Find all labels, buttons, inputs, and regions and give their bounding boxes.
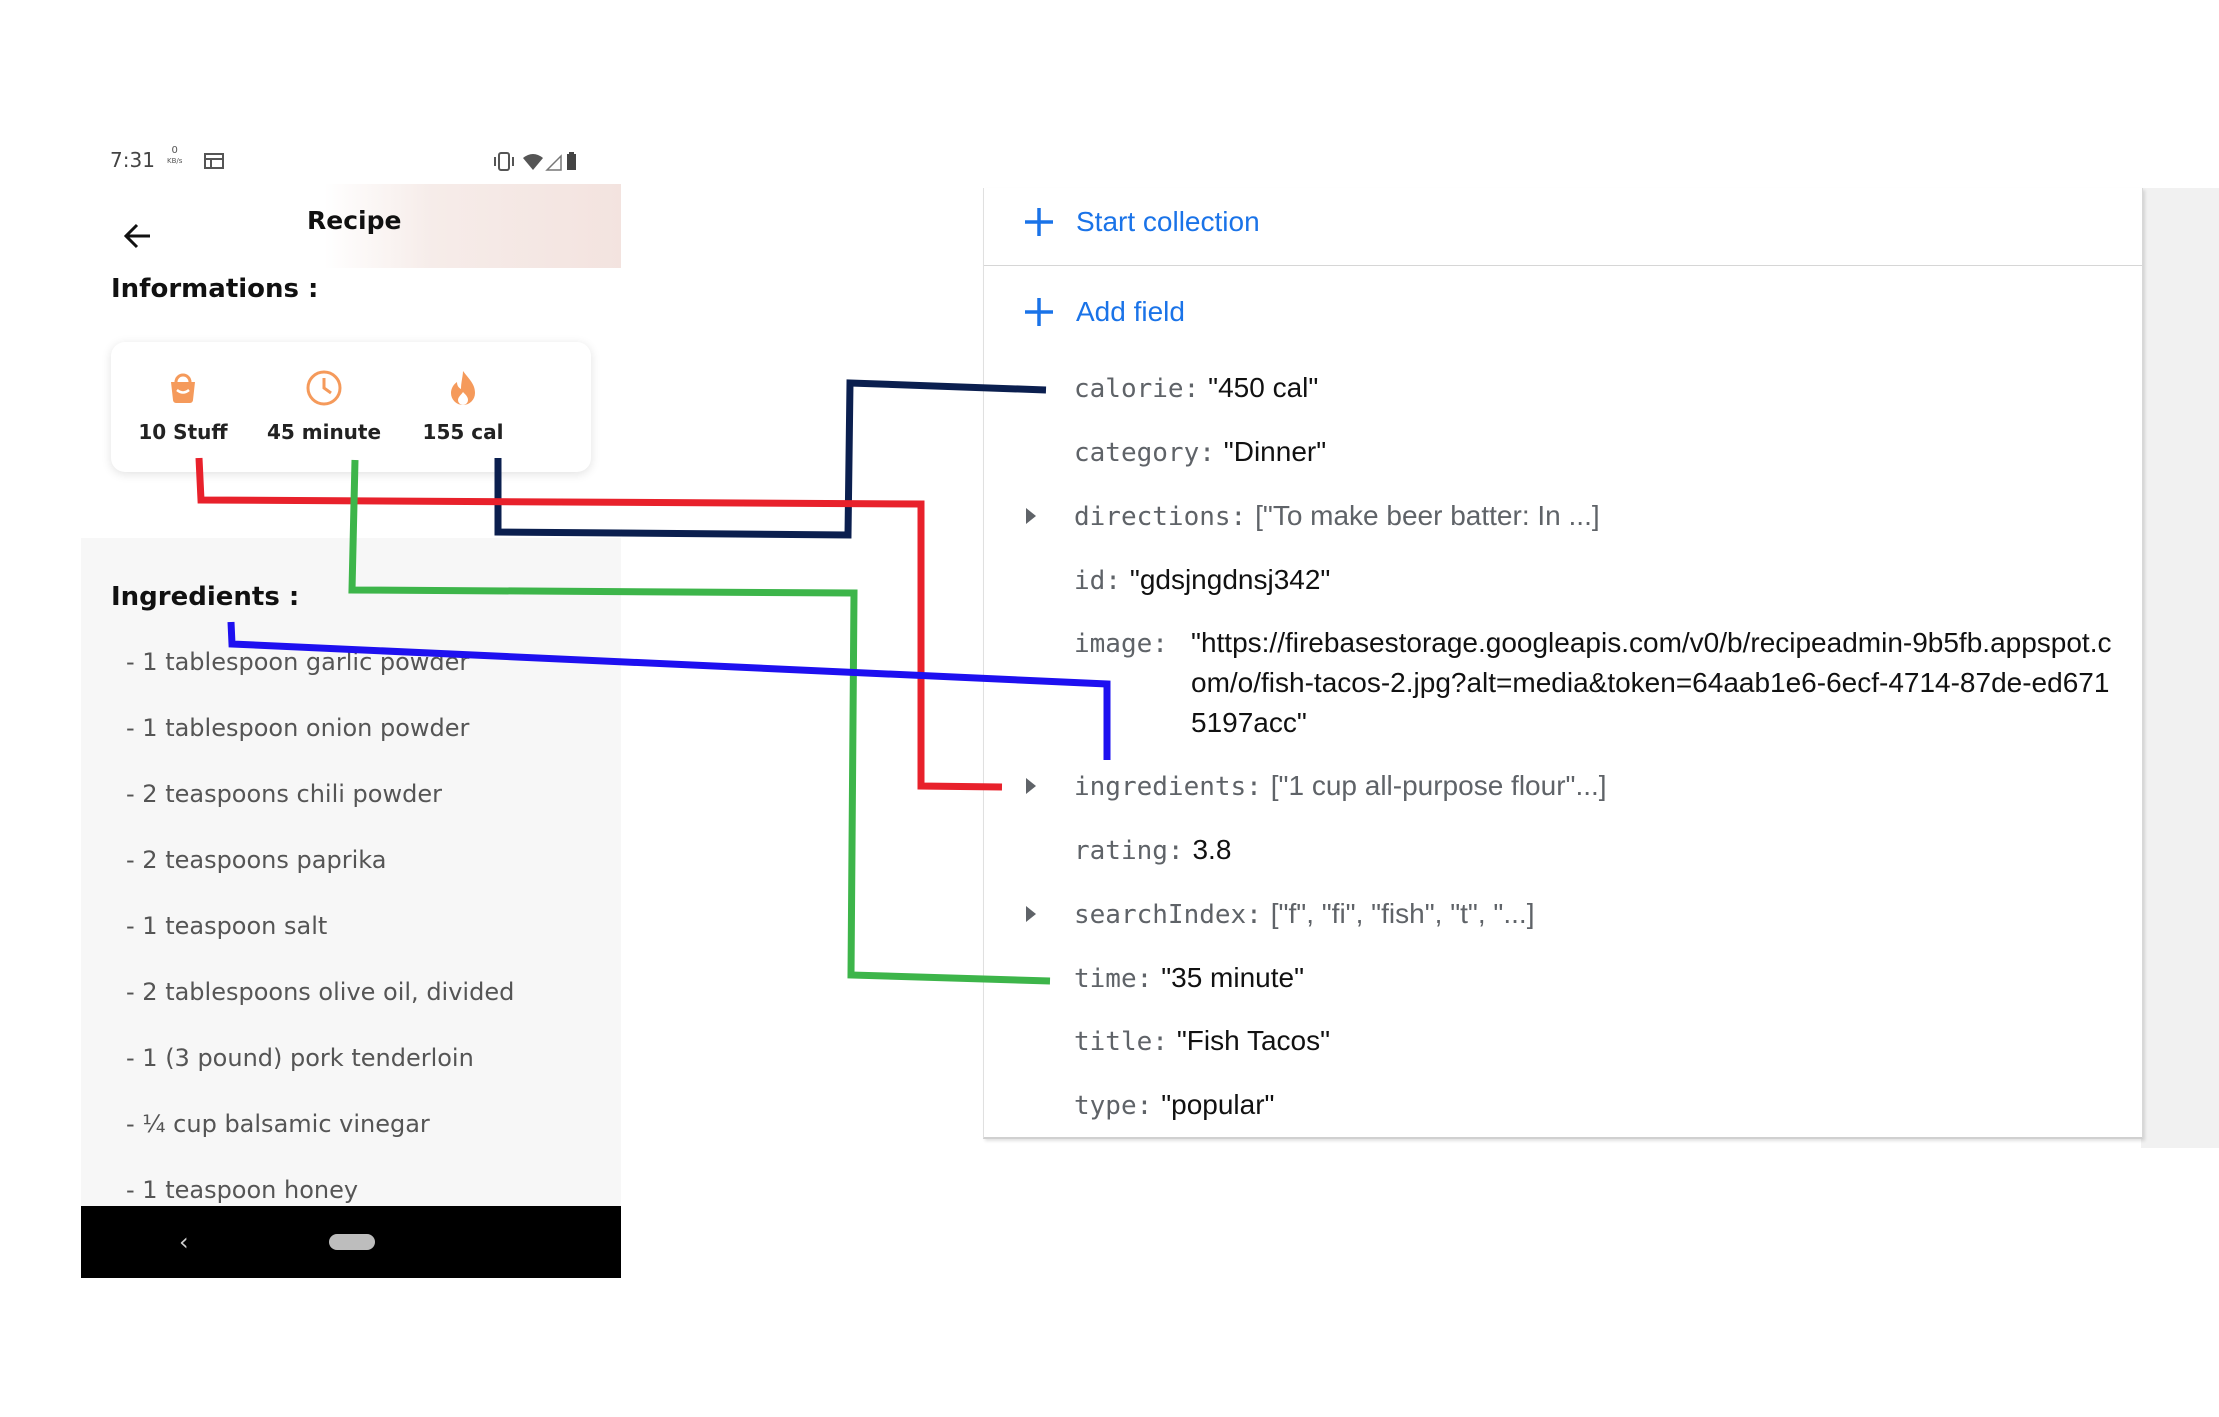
field-key: time: [1074,964,1153,994]
list-item: - ¼ cup balsamic vinegar [126,1110,430,1138]
ingredients-heading: Ingredients : [111,582,300,612]
field-ingredients[interactable]: ingredients: ["1 cup all-purpose flour".… [1074,766,1607,807]
field-image-value: "https://firebasestorage.googleapis.com/… [1191,627,2112,738]
stat-time-label: 45 minute [266,420,382,444]
plus-icon [1025,298,1053,326]
field-value: "Fish Tacos" [1176,1025,1331,1056]
app-header: Recipe [81,184,621,268]
field-key: title: [1074,1027,1168,1057]
field-rating[interactable]: rating: 3.8 [1074,830,1231,871]
informations-heading: Informations : [111,274,319,304]
field-value: "Dinner" [1223,436,1327,467]
field-key: searchIndex: [1074,900,1262,930]
nav-home-pill[interactable] [329,1234,375,1250]
page-title: Recipe [307,206,402,235]
add-field-label: Add field [1076,296,1185,327]
stat-calories-label: 155 cal [422,420,504,444]
network-speed-value: 0 [171,145,178,156]
divider [984,265,2142,266]
list-item: - 2 tablespoons olive oil, divided [126,978,515,1006]
phone-screen: 7:31 0 KB/s Recipe Informations: 10 Stu… [81,134,621,1278]
stat-calories: 155 cal [393,368,533,444]
field-directions[interactable]: directions: ["To make beer batter: In ..… [1074,496,1600,537]
notification-icon [204,153,224,169]
battery-icon [567,154,576,170]
field-value: ["f", "fi", "fish", "t", "...] [1270,898,1535,929]
expand-searchindex-icon[interactable] [1026,906,1036,922]
field-key: category: [1074,438,1215,468]
field-type[interactable]: type: "popular" [1074,1085,1274,1126]
list-item: - 1 teaspoon salt [126,912,328,940]
flame-icon [451,371,475,405]
network-speed-unit: KB/s [167,157,183,165]
info-card: 10 Stuff 45 minute 155 cal [111,342,591,472]
field-time[interactable]: time: "35 minute" [1074,958,1304,999]
signal-icon [545,154,562,171]
start-collection-label: Start collection [1076,206,1260,237]
field-title[interactable]: title: "Fish Tacos" [1074,1021,1330,1062]
field-key: image: [1074,629,1168,659]
network-speed: 0 KB/s [167,146,182,166]
field-value: ["1 cup all-purpose flour"...] [1270,770,1607,801]
field-image[interactable]: image: [1074,623,1168,664]
nav-back-icon[interactable]: ‹ [179,1228,189,1256]
stat-time: 45 minute [254,368,394,444]
field-calorie[interactable]: calorie: "450 cal" [1074,368,1318,409]
wifi-icon [523,154,543,170]
field-value: "popular" [1161,1089,1275,1120]
field-key: calorie: [1074,374,1200,404]
system-nav-bar: ‹ [81,1206,621,1278]
field-key: type: [1074,1091,1153,1121]
ingredients-list: - 1 tablespoon garlic powder - 1 tablesp… [126,648,514,1242]
field-value: "450 cal" [1208,372,1319,403]
start-collection-button[interactable]: Start collection [1022,202,1260,242]
field-value: "35 minute" [1161,962,1305,993]
field-value: ["To make beer batter: In ...] [1255,500,1600,531]
list-item: - 2 teaspoons paprika [126,846,387,874]
plus-icon [1025,208,1053,236]
field-key: ingredients: [1074,772,1262,802]
field-value: "gdsjngdnsj342" [1129,564,1331,595]
panel-gutter [2141,188,2219,1148]
field-key: id: [1074,566,1121,596]
field-category[interactable]: category: "Dinner" [1074,432,1326,473]
stat-stuff-label: 10 Stuff [138,420,228,444]
stat-stuff: 10 Stuff [113,368,253,444]
expand-ingredients-icon[interactable] [1026,778,1036,794]
add-field-button[interactable]: Add field [1022,292,1185,332]
field-key: directions: [1074,502,1247,532]
vibrate-icon [494,152,514,171]
field-searchindex[interactable]: searchIndex: ["f", "fi", "fish", "t", ".… [1074,894,1534,935]
list-item: - 1 tablespoon onion powder [126,714,470,742]
list-item: - 1 (3 pound) pork tenderloin [126,1044,474,1072]
firestore-document-panel: Start collection Add field calorie: "450… [983,188,2143,1139]
list-item: - 1 tablespoon garlic powder [126,648,470,676]
field-key: rating: [1074,836,1184,866]
field-id[interactable]: id: "gdsjngdnsj342" [1074,560,1330,601]
list-item: - 2 teaspoons chili powder [126,780,442,808]
expand-directions-icon[interactable] [1026,508,1036,524]
arrow-left-icon[interactable] [120,218,156,254]
clock-icon [306,370,342,406]
field-value: 3.8 [1192,834,1232,865]
status-bar: 7:31 0 KB/s [81,134,621,190]
basket-icon [171,373,195,403]
status-time: 7:31 [110,148,155,172]
status-right-icons [494,152,576,171]
